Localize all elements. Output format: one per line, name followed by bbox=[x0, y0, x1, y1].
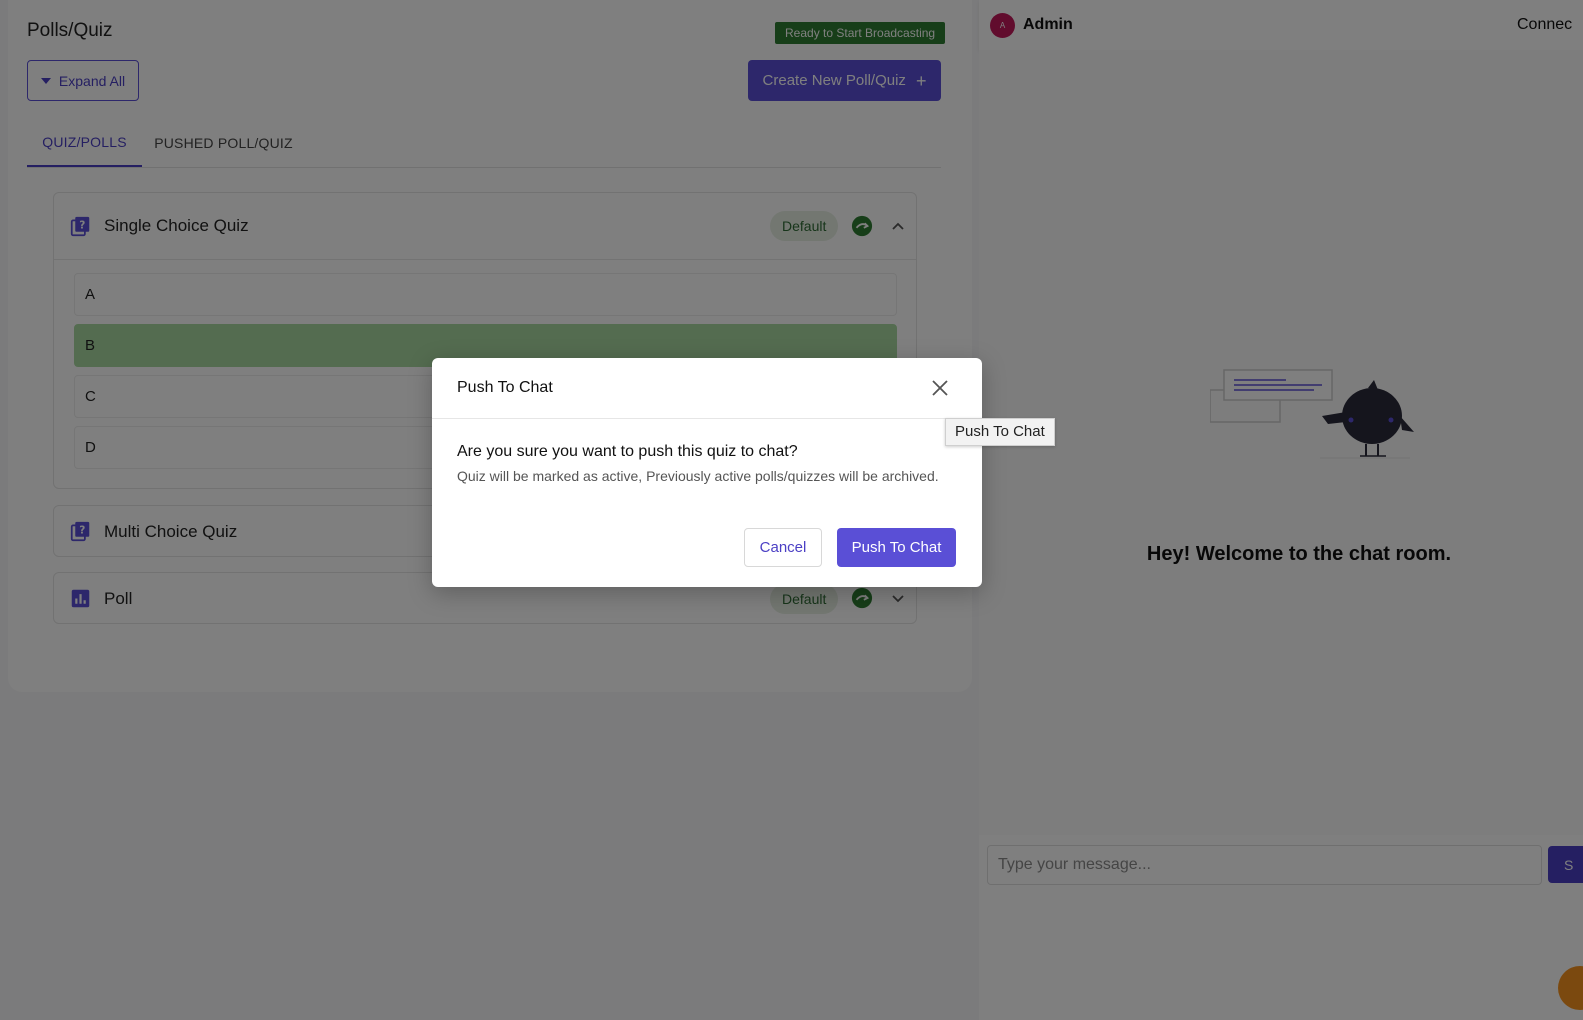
app-root: Polls/Quiz Ready to Start Broadcasting E… bbox=[0, 0, 1583, 1020]
push-to-chat-button[interactable]: Push To Chat bbox=[837, 528, 956, 567]
dialog-header: Push To Chat bbox=[432, 358, 982, 419]
cancel-button[interactable]: Cancel bbox=[744, 528, 822, 567]
close-icon[interactable] bbox=[930, 378, 950, 398]
close-tooltip: Push To Chat bbox=[945, 418, 1055, 446]
dialog-title: Push To Chat bbox=[457, 379, 553, 396]
dialog-note: Quiz will be marked as active, Previousl… bbox=[457, 468, 939, 484]
push-to-chat-dialog: Push To Chat Are you sure you want to pu… bbox=[432, 358, 982, 587]
dialog-question: Are you sure you want to push this quiz … bbox=[457, 443, 798, 460]
